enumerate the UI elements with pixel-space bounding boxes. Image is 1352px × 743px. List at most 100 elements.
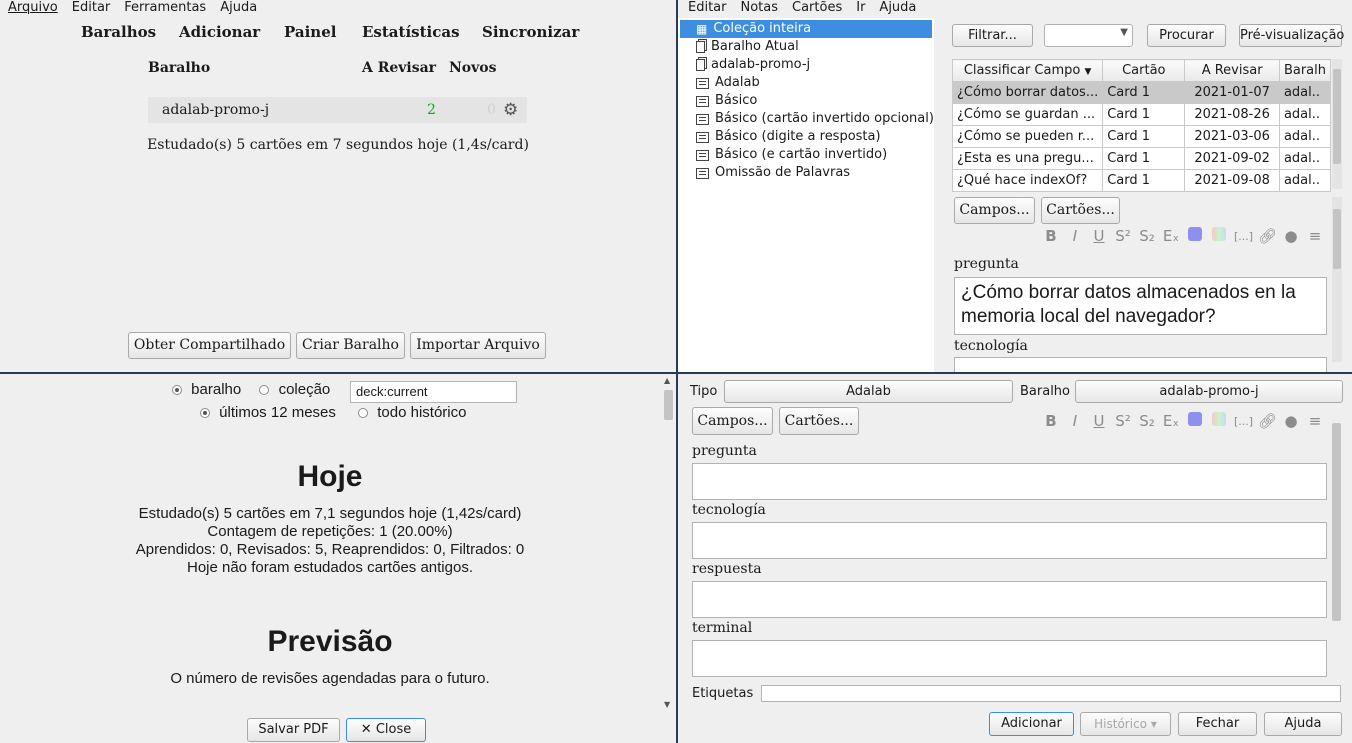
import-file-button[interactable]: Importar Arquivo <box>410 332 546 359</box>
deck-row[interactable]: adalab-promo-j 2 0 ⚙ <box>148 97 527 123</box>
browser-menu-cartoes[interactable]: Cartões <box>792 0 842 16</box>
clear-format-icon[interactable]: Eₓ <box>1162 227 1180 245</box>
browser-menu-ajuda[interactable]: Ajuda <box>879 0 916 16</box>
highlight-color-icon[interactable] <box>1210 412 1228 430</box>
toolbar-browse[interactable]: Painel <box>284 16 336 48</box>
deck-name[interactable]: adalab-promo-j <box>162 97 269 123</box>
column-deck[interactable]: Baralh <box>1278 59 1332 82</box>
add-button[interactable]: Adicionar <box>989 712 1074 736</box>
menu-editar[interactable]: Editar <box>72 0 111 16</box>
column-card[interactable]: Cartão <box>1102 59 1186 82</box>
browser-menu-notas[interactable]: Notas <box>741 0 779 16</box>
search-combobox[interactable]: ▼ <box>1044 24 1133 47</box>
stats-scrollbar-thumb[interactable] <box>664 390 673 420</box>
add-field-tecnologia[interactable] <box>692 522 1327 559</box>
toolbar-add[interactable]: Adicionar <box>179 16 260 48</box>
table-row[interactable]: ¿Cómo borrar datos... Card 1 2021-01-07 … <box>951 81 1332 104</box>
microphone-icon[interactable]: ● <box>1282 412 1300 430</box>
text-color-icon[interactable] <box>1186 412 1204 430</box>
highlight-color-icon[interactable] <box>1210 227 1228 245</box>
italic-icon[interactable]: I <box>1066 412 1084 430</box>
radio-all-history[interactable] <box>358 408 369 419</box>
toolbar-decks[interactable]: Baralhos <box>81 16 156 48</box>
table-scrollbar[interactable] <box>1332 59 1342 189</box>
add-cards-button[interactable]: Cartões... <box>779 407 859 435</box>
microphone-icon[interactable]: ● <box>1282 227 1300 245</box>
menu-arquivo[interactable]: Arquivo <box>8 0 58 16</box>
table-row[interactable]: ¿Esta es una pregu... Card 1 2021-09-02 … <box>951 147 1332 170</box>
menu-ferramentas[interactable]: Ferramentas <box>124 0 206 16</box>
bold-icon[interactable]: B <box>1042 412 1060 430</box>
editor-scrollbar[interactable] <box>1332 197 1342 362</box>
menu-icon[interactable]: ≡ <box>1306 412 1324 430</box>
bold-icon[interactable]: B <box>1042 227 1060 245</box>
text-color-icon[interactable] <box>1186 227 1204 245</box>
subscript-icon[interactable]: S₂ <box>1138 227 1156 245</box>
radio-collection[interactable] <box>259 385 270 396</box>
browser-field-tecnologia[interactable] <box>954 357 1327 372</box>
menu-icon[interactable]: ≡ <box>1306 227 1324 245</box>
browser-cards-button[interactable]: Cartões... <box>1041 197 1120 224</box>
stats-search-input[interactable]: deck:current <box>350 381 517 403</box>
stats-scrollbar[interactable]: ▲ ▼ <box>663 376 674 710</box>
attach-icon[interactable]: 🔗︎ <box>1258 412 1277 430</box>
save-pdf-button[interactable]: Salvar PDF <box>247 718 340 742</box>
tree-item-basico-digite[interactable]: Básico (digite a resposta) <box>696 128 881 146</box>
tree-item-basico-opcional[interactable]: Básico (cartão invertido opcional) <box>696 110 934 128</box>
add-field-respuesta[interactable] <box>692 581 1327 618</box>
radio-deck[interactable] <box>172 385 182 396</box>
tree-item-basico[interactable]: Básico <box>696 92 757 110</box>
browser-field-pregunta[interactable]: ¿Cómo borrar datos almacenados en la mem… <box>954 277 1327 335</box>
preview-button[interactable]: Pré-visualização <box>1239 24 1344 47</box>
stats-scroll-down-icon[interactable]: ▼ <box>664 700 670 709</box>
type-selector[interactable]: Adalab <box>724 380 1013 403</box>
editor-scrollbar-thumb[interactable] <box>1333 209 1341 269</box>
help-button[interactable]: Ajuda <box>1264 712 1342 736</box>
gear-icon[interactable]: ⚙ <box>503 97 518 123</box>
toolbar-stats[interactable]: Estatísticas <box>362 16 460 48</box>
tree-item-adalab-promo-j[interactable]: adalab-promo-j <box>696 56 810 74</box>
tree-item-basico-invertido[interactable]: Básico (e cartão invertido) <box>696 146 887 164</box>
cloze-icon[interactable]: [...] <box>1234 415 1253 428</box>
add-field-pregunta[interactable] <box>692 463 1327 500</box>
radio-12-months[interactable] <box>200 408 210 419</box>
tree-item-cloze[interactable]: Omissão de Palavras <box>696 164 850 182</box>
browser-menu-ir[interactable]: Ir <box>856 0 865 16</box>
table-row[interactable]: ¿Cómo se pueden r... Card 1 2021-03-06 a… <box>951 125 1332 148</box>
deck-selector[interactable]: adalab-promo-j <box>1075 380 1343 403</box>
get-shared-button[interactable]: Obter Compartilhado <box>128 332 291 359</box>
add-scrollbar-thumb[interactable] <box>1332 423 1341 621</box>
italic-icon[interactable]: I <box>1066 227 1084 245</box>
add-scrollbar[interactable] <box>1331 421 1342 679</box>
menu-ajuda[interactable]: Ajuda <box>220 0 257 16</box>
tags-input[interactable] <box>761 685 1341 702</box>
cloze-icon[interactable]: [...] <box>1234 230 1253 243</box>
browser-fields-button[interactable]: Campos... <box>954 197 1035 224</box>
underline-icon[interactable]: U <box>1090 227 1108 245</box>
table-row[interactable]: ¿Cómo se guardan ... Card 1 2021-08-26 a… <box>951 103 1332 126</box>
create-deck-button[interactable]: Criar Baralho <box>296 332 405 359</box>
add-fields-button[interactable]: Campos... <box>692 407 773 435</box>
table-row[interactable]: ¿Qué hace indexOf? Card 1 2021-09-08 ada… <box>951 169 1332 192</box>
tree-item-adalab[interactable]: Adalab <box>696 74 760 92</box>
table-scrollbar-thumb[interactable] <box>1333 69 1341 164</box>
search-button[interactable]: Procurar <box>1147 24 1226 47</box>
clear-format-icon[interactable]: Eₓ <box>1162 412 1180 430</box>
subscript-icon[interactable]: S₂ <box>1138 412 1156 430</box>
filter-button[interactable]: Filtrar... <box>952 24 1033 47</box>
chevron-down-icon[interactable]: ▼ <box>1120 27 1128 38</box>
browser-menu-editar[interactable]: Editar <box>688 0 727 16</box>
close-add-button[interactable]: Fechar <box>1178 712 1257 736</box>
underline-icon[interactable]: U <box>1090 412 1108 430</box>
attach-icon[interactable]: 🔗︎ <box>1258 227 1277 245</box>
tree-item-collection-label[interactable]: ▦ Coleção inteira <box>696 20 811 38</box>
history-button[interactable]: Histórico ▾ <box>1080 712 1171 736</box>
close-button[interactable]: ✕ Close <box>346 718 426 742</box>
stats-scroll-up-icon[interactable]: ▲ <box>664 376 670 385</box>
add-field-terminal[interactable] <box>692 640 1327 677</box>
tree-item-current-deck[interactable]: Baralho Atual <box>696 38 799 56</box>
superscript-icon[interactable]: S² <box>1114 412 1132 430</box>
toolbar-sync[interactable]: Sincronizar <box>482 16 579 48</box>
superscript-icon[interactable]: S² <box>1114 227 1132 245</box>
column-due[interactable]: A Revisar <box>1184 59 1280 82</box>
